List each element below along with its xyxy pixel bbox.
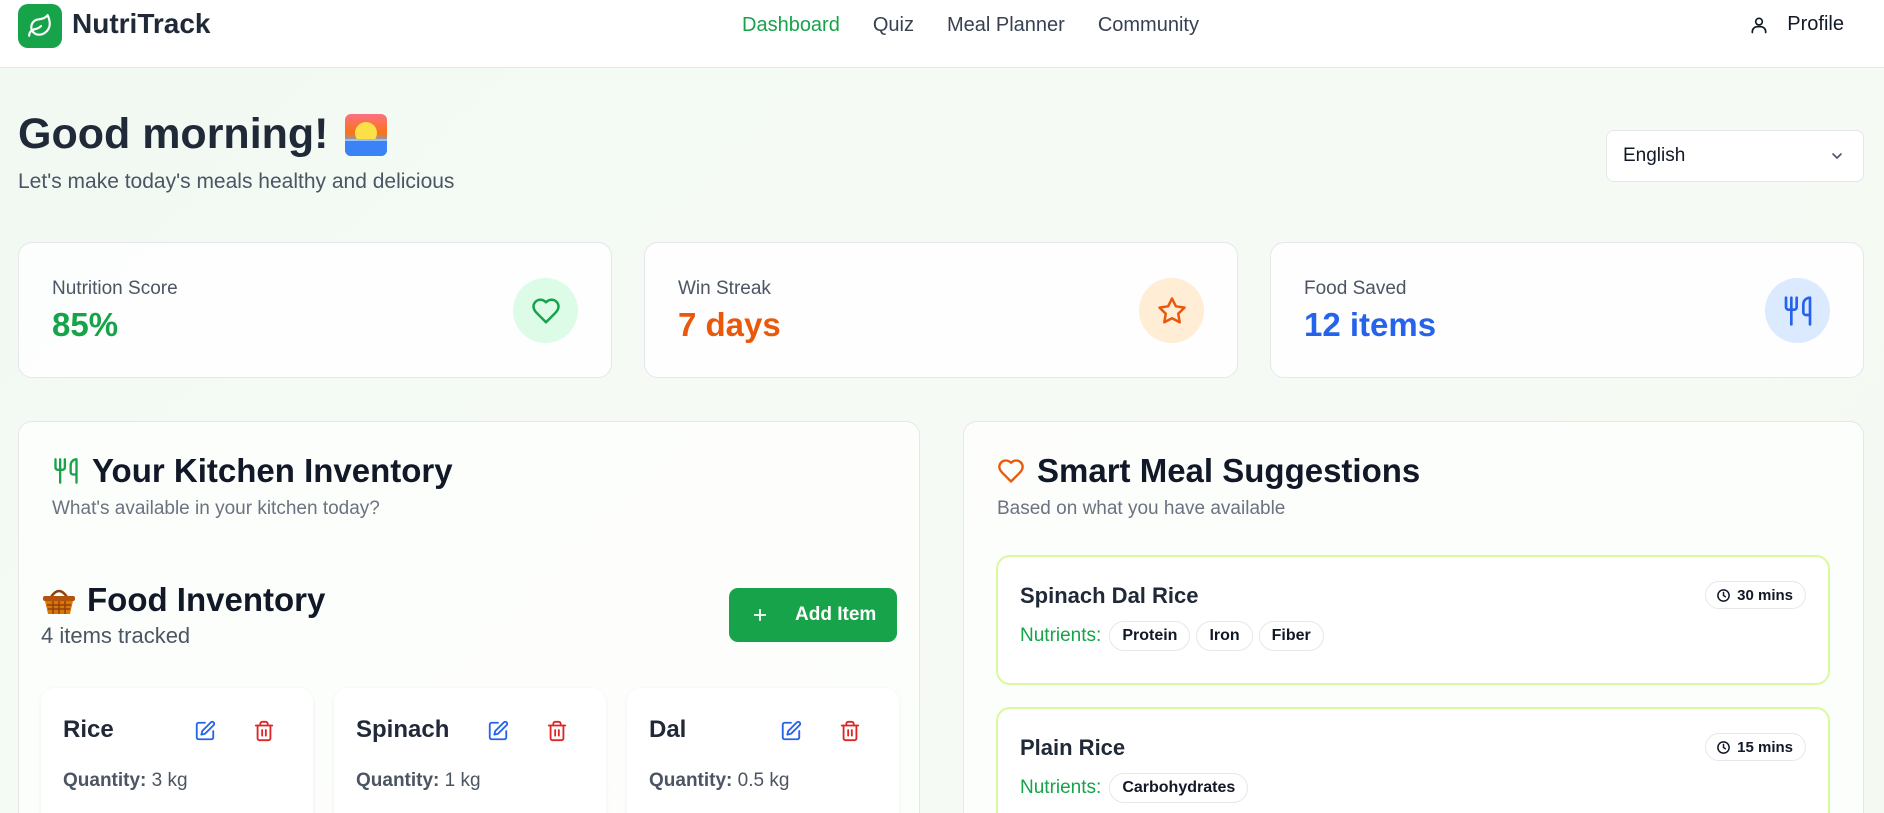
- meal-name: Spinach Dal Rice: [1020, 583, 1199, 608]
- quantity-label: Quantity:: [63, 770, 147, 791]
- profile-label: Profile: [1787, 13, 1844, 35]
- food-name: Dal: [649, 716, 687, 743]
- food-card-rice: Rice Quantity: 3 kg: [41, 688, 313, 813]
- panel-title: Smart Meal Suggestions: [997, 452, 1420, 490]
- nutrient-tag: Iron: [1196, 621, 1253, 651]
- stat-value: 85%: [52, 306, 119, 343]
- nutrient-tag: Protein: [1109, 621, 1191, 651]
- clock-icon: [1717, 588, 1730, 602]
- nav-dashboard[interactable]: Dashboard: [742, 14, 840, 37]
- quantity-label: Quantity:: [356, 770, 440, 791]
- stat-value: 12 items: [1304, 306, 1437, 343]
- meal-name: Plain Rice: [1020, 735, 1126, 760]
- items-tracked-count: 4 items tracked: [41, 623, 191, 648]
- edit-icon[interactable]: [780, 720, 802, 742]
- food-inventory-title: Food Inventory: [87, 581, 326, 618]
- sunrise-icon: [344, 113, 387, 156]
- greeting-heading: Good morning!: [18, 110, 387, 159]
- cook-time-badge: 15 mins: [1705, 733, 1806, 761]
- profile-button[interactable]: Profile: [1749, 13, 1844, 36]
- clock-icon: [1717, 740, 1730, 754]
- leaf-logo-icon[interactable]: [18, 4, 62, 48]
- nutrients-row: Nutrients: Protein Iron Fiber: [1020, 621, 1324, 651]
- meal-card-spinach-dal-rice[interactable]: Spinach Dal Rice 30 mins Nutrients: Prot…: [996, 555, 1830, 685]
- panel-title-text: Smart Meal Suggestions: [1037, 452, 1421, 489]
- nav-meal-planner[interactable]: Meal Planner: [947, 14, 1065, 37]
- nutrients-label: Nutrients:: [1020, 777, 1102, 798]
- nutrients-row: Nutrients: Carbohydrates: [1020, 773, 1249, 803]
- nav-community[interactable]: Community: [1098, 14, 1199, 37]
- top-navbar: NutriTrack Dashboard Quiz Meal Planner C…: [0, 0, 1884, 68]
- stat-value: 7 days: [678, 306, 781, 343]
- brand-name[interactable]: NutriTrack: [72, 8, 211, 40]
- food-name: Spinach: [356, 716, 450, 743]
- nav-quiz[interactable]: Quiz: [873, 14, 914, 37]
- cook-time: 15 mins: [1737, 738, 1793, 756]
- edit-icon[interactable]: [194, 720, 216, 742]
- panel-subtitle: What's available in your kitchen today?: [52, 498, 380, 519]
- cook-time: 30 mins: [1737, 586, 1793, 604]
- edit-icon[interactable]: [487, 720, 509, 742]
- panel-title-text: Your Kitchen Inventory: [92, 452, 453, 489]
- add-item-button[interactable]: Add Item: [729, 588, 897, 642]
- nutrient-tag: Carbohydrates: [1109, 773, 1249, 803]
- food-name: Rice: [63, 716, 114, 743]
- stat-label: Win Streak: [678, 278, 771, 299]
- greeting-subtitle: Let's make today's meals healthy and del…: [18, 170, 455, 193]
- basket-icon: [43, 589, 75, 614]
- greeting-title: Good morning!: [18, 110, 329, 158]
- quantity-value: 3 kg: [151, 770, 188, 791]
- stat-card-streak: Win Streak 7 days: [644, 242, 1238, 378]
- stat-label: Food Saved: [1304, 278, 1407, 299]
- panel-title: Your Kitchen Inventory: [52, 452, 453, 490]
- add-item-label: Add Item: [795, 604, 877, 625]
- heart-icon: [998, 459, 1024, 483]
- chevron-down-icon: [1832, 153, 1842, 159]
- heart-icon: [513, 278, 578, 343]
- trash-icon[interactable]: [546, 720, 568, 742]
- trash-icon[interactable]: [839, 720, 861, 742]
- user-icon: [1751, 17, 1767, 33]
- quantity-value: 1 kg: [444, 770, 481, 791]
- language-select[interactable]: English: [1606, 130, 1864, 182]
- meal-suggestions-panel: Smart Meal Suggestions Based on what you…: [963, 421, 1864, 813]
- food-quantity: Quantity: 1 kg: [356, 770, 481, 792]
- food-inventory-heading: Food Inventory: [41, 581, 325, 619]
- stat-card-food-saved: Food Saved 12 items: [1270, 242, 1864, 378]
- quantity-value: 0.5 kg: [737, 770, 790, 791]
- food-card-dal: Dal Quantity: 0.5 kg: [627, 688, 899, 813]
- trash-icon[interactable]: [253, 720, 275, 742]
- utensils-icon: [1765, 278, 1830, 343]
- kitchen-inventory-panel: Your Kitchen Inventory What's available …: [18, 421, 920, 813]
- main-nav: Dashboard Quiz Meal Planner Community: [742, 14, 1232, 37]
- food-quantity: Quantity: 3 kg: [63, 770, 188, 792]
- plus-icon: [753, 608, 767, 622]
- language-value: English: [1623, 145, 1686, 166]
- utensils-icon: [54, 458, 78, 484]
- stat-card-nutrition: Nutrition Score 85%: [18, 242, 612, 378]
- nutrient-tag: Fiber: [1258, 621, 1324, 651]
- panel-subtitle: Based on what you have available: [997, 498, 1286, 519]
- meal-card-plain-rice[interactable]: Plain Rice 15 mins Nutrients: Carbohydra…: [996, 707, 1830, 813]
- food-card-spinach: Spinach Quantity: 1 kg: [334, 688, 606, 813]
- food-quantity: Quantity: 0.5 kg: [649, 770, 789, 792]
- stat-label: Nutrition Score: [52, 278, 178, 299]
- cook-time-badge: 30 mins: [1705, 581, 1806, 609]
- quantity-label: Quantity:: [649, 770, 733, 791]
- star-icon: [1139, 278, 1204, 343]
- nutrients-label: Nutrients:: [1020, 625, 1102, 646]
